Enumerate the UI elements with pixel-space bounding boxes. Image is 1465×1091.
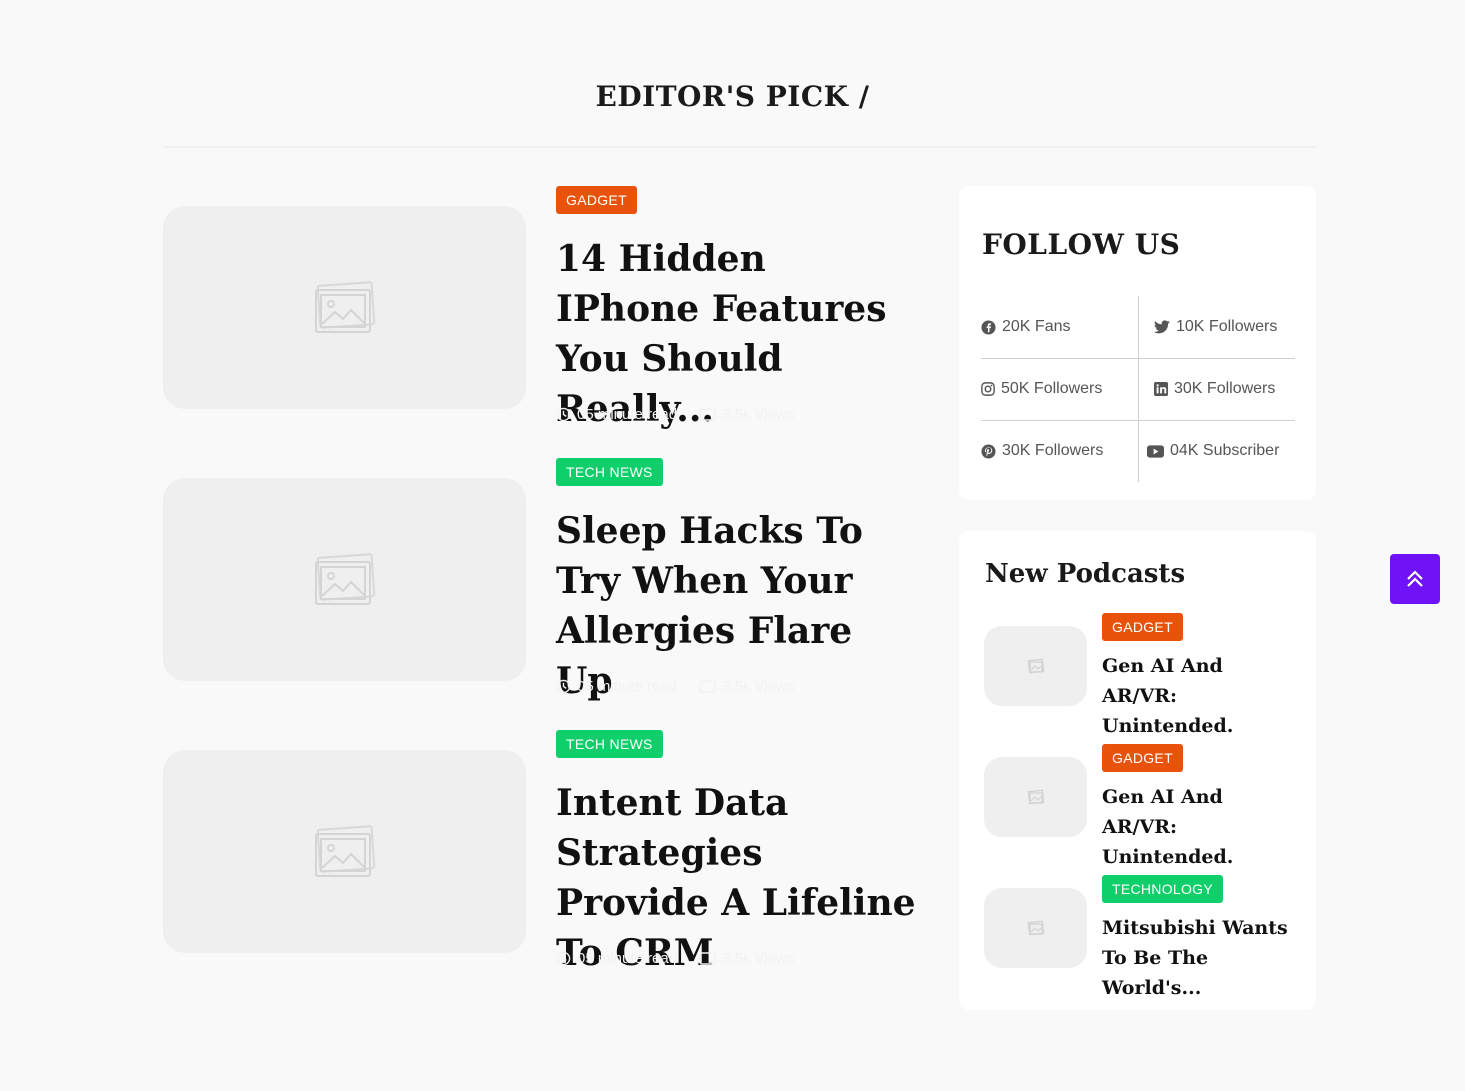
podcast-title[interactable]: Gen AI And AR/VR: Unintended. <box>1102 782 1292 872</box>
podcast-thumbnail[interactable] <box>984 888 1087 968</box>
post-thumbnail[interactable] <box>163 750 526 953</box>
post-title[interactable]: Intent Data Strategies Provide A Lifelin… <box>556 778 916 978</box>
category-badge[interactable]: GADGET <box>1102 613 1183 641</box>
image-placeholder-icon <box>1027 658 1044 674</box>
post-meta: 05 minute read 3.5k Views <box>556 950 794 967</box>
podcasts-title: New Podcasts <box>985 559 1186 589</box>
clock-icon <box>556 951 571 966</box>
image-placeholder-icon <box>314 280 375 333</box>
section-divider <box>163 146 1316 148</box>
post-card: GADGET 14 Hidden IPhone Features You Sho… <box>163 186 923 430</box>
follow-us-widget: FOLLOW US 20K Fans 10K Followers 50K Fol… <box>959 186 1316 500</box>
podcast-item: GADGET Gen AI And AR/VR: Unintended. <box>984 744 1294 868</box>
image-placeholder-icon <box>314 552 375 605</box>
podcast-title[interactable]: Gen AI And AR/VR: Unintended. <box>1102 651 1292 741</box>
post-card: TECH NEWS Sleep Hacks To Try When Your A… <box>163 458 923 702</box>
podcast-title[interactable]: Mitsubishi Wants To Be The World's... <box>1102 913 1292 1003</box>
podcast-item: TECHNOLOGY Mitsubishi Wants To Be The Wo… <box>984 875 1294 999</box>
clock-icon <box>556 679 571 694</box>
facebook-icon <box>981 319 996 335</box>
image-placeholder-icon <box>1027 920 1044 936</box>
category-badge[interactable]: GADGET <box>556 186 637 214</box>
social-label: 20K Fans <box>1002 318 1071 335</box>
social-label: 30K Followers <box>1002 442 1104 459</box>
post-card: TECH NEWS Intent Data Strategies Provide… <box>163 730 923 974</box>
twitter-icon <box>1154 320 1170 334</box>
views-icon <box>699 408 716 421</box>
podcast-thumbnail[interactable] <box>984 626 1087 706</box>
podcast-item: GADGET Gen AI And AR/VR: Unintended. <box>984 613 1294 737</box>
linkedin-icon <box>1154 382 1168 396</box>
post-title[interactable]: 14 Hidden IPhone Features You Should Rea… <box>556 234 916 434</box>
instagram-icon <box>981 382 995 396</box>
social-link-facebook[interactable]: 20K Fans <box>981 296 1137 358</box>
views-icon <box>699 680 716 693</box>
read-time: 05 minute read <box>577 678 678 695</box>
views-icon <box>699 952 716 965</box>
post-thumbnail[interactable] <box>163 206 526 409</box>
image-placeholder-icon <box>1027 789 1044 805</box>
social-link-youtube[interactable]: 04K Subscriber <box>1138 420 1294 482</box>
social-link-linkedin[interactable]: 30K Followers <box>1138 358 1294 420</box>
post-title[interactable]: Sleep Hacks To Try When Your Allergies F… <box>556 506 916 706</box>
image-placeholder-icon <box>314 824 375 877</box>
youtube-icon <box>1147 444 1164 458</box>
clock-icon <box>556 407 571 422</box>
new-podcasts-widget: New Podcasts GADGET Gen AI And AR/VR: Un… <box>959 531 1316 1010</box>
social-link-pinterest[interactable]: 30K Followers <box>981 420 1137 482</box>
social-label: 30K Followers <box>1174 380 1276 397</box>
social-link-instagram[interactable]: 50K Followers <box>981 358 1137 420</box>
scroll-to-top-button[interactable] <box>1390 554 1440 604</box>
view-count: 3.5k Views <box>722 950 795 967</box>
category-badge[interactable]: GADGET <box>1102 744 1183 772</box>
category-badge[interactable]: TECH NEWS <box>556 458 663 486</box>
social-label: 04K Subscriber <box>1170 442 1280 459</box>
follow-us-title: FOLLOW US <box>982 228 1181 261</box>
section-title: EDITOR'S PICK / <box>595 80 870 113</box>
pinterest-icon <box>981 443 996 459</box>
podcast-thumbnail[interactable] <box>984 757 1087 837</box>
double-chevron-up-icon <box>1407 570 1423 587</box>
category-badge[interactable]: TECHNOLOGY <box>1102 875 1224 903</box>
read-time: 05 minute read <box>577 950 678 967</box>
view-count: 3.5k Views <box>722 406 795 423</box>
social-link-twitter[interactable]: 10K Followers <box>1138 296 1294 358</box>
post-meta: 05 minute read 3.5k Views <box>556 406 794 423</box>
view-count: 3.5k Views <box>722 678 795 695</box>
post-thumbnail[interactable] <box>163 478 526 681</box>
post-meta: 05 minute read 3.5k Views <box>556 678 794 695</box>
social-label: 50K Followers <box>1001 380 1103 397</box>
read-time: 05 minute read <box>577 406 678 423</box>
category-badge[interactable]: TECH NEWS <box>556 730 663 758</box>
social-label: 10K Followers <box>1176 318 1278 335</box>
